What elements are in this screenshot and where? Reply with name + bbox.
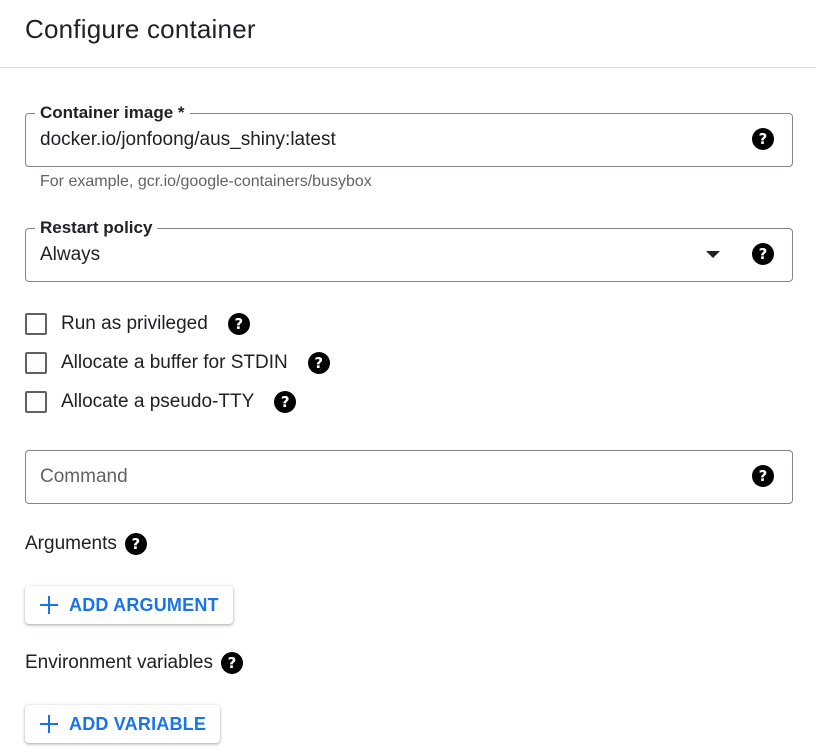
run-privileged-option[interactable]: Run as privileged ? xyxy=(25,311,250,337)
help-icon[interactable]: ? xyxy=(752,243,774,265)
help-icon[interactable]: ? xyxy=(307,352,330,374)
stdin-buffer-checkbox[interactable] xyxy=(25,352,47,374)
help-icon[interactable]: ? xyxy=(124,533,147,555)
environment-variables-label: Environment variables xyxy=(25,652,213,673)
restart-policy-value[interactable]: Always xyxy=(40,244,100,266)
command-placeholder[interactable]: Command xyxy=(40,466,128,488)
arguments-label: Arguments xyxy=(25,533,117,554)
command-input[interactable]: Command ? xyxy=(25,450,793,504)
add-variable-button[interactable]: ADD VARIABLE xyxy=(25,705,221,743)
add-argument-label: ADD ARGUMENT xyxy=(69,594,219,615)
pseudo-tty-checkbox[interactable] xyxy=(25,391,47,413)
pseudo-tty-label[interactable]: Allocate a pseudo-TTY xyxy=(61,391,254,413)
dialog-header: Configure container xyxy=(0,0,816,68)
add-argument-button[interactable]: ADD ARGUMENT xyxy=(25,586,233,624)
help-icon[interactable]: ? xyxy=(752,128,774,150)
stdin-buffer-label[interactable]: Allocate a buffer for STDIN xyxy=(61,352,288,374)
run-privileged-label[interactable]: Run as privileged xyxy=(61,313,208,335)
help-icon[interactable]: ? xyxy=(274,391,297,413)
help-icon[interactable]: ? xyxy=(227,313,250,335)
plus-icon xyxy=(39,714,59,734)
stdin-buffer-option[interactable]: Allocate a buffer for STDIN ? xyxy=(25,350,330,376)
environment-variables-heading: Environment variables ? xyxy=(25,652,243,674)
container-image-label: Container image * xyxy=(35,103,190,123)
page-title: Configure container xyxy=(25,14,256,44)
help-icon[interactable]: ? xyxy=(220,652,243,674)
dropdown-arrow-icon[interactable] xyxy=(706,251,720,258)
help-icon[interactable]: ? xyxy=(752,465,774,487)
arguments-heading: Arguments ? xyxy=(25,533,147,555)
container-image-field[interactable]: Container image * docker.io/jonfoong/aus… xyxy=(25,103,793,167)
container-image-hint: For example, gcr.io/google-containers/bu… xyxy=(40,173,372,190)
plus-icon xyxy=(39,595,59,615)
add-variable-label: ADD VARIABLE xyxy=(69,713,207,734)
pseudo-tty-option[interactable]: Allocate a pseudo-TTY ? xyxy=(25,389,297,415)
container-image-value[interactable]: docker.io/jonfoong/aus_shiny:latest xyxy=(40,129,336,151)
restart-policy-label: Restart policy xyxy=(35,218,158,238)
restart-policy-select[interactable]: Restart policy Always ? xyxy=(25,218,793,282)
run-privileged-checkbox[interactable] xyxy=(25,313,47,335)
